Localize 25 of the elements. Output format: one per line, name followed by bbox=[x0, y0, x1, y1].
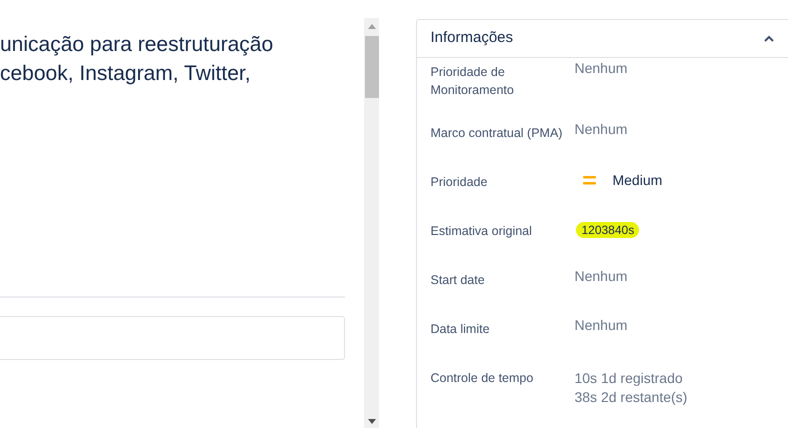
comment-field[interactable] bbox=[0, 316, 345, 360]
field-value[interactable]: Nenhum bbox=[574, 120, 628, 138]
time-tracking-text: 10s 1d registrado bbox=[574, 369, 684, 388]
priority-medium-icon bbox=[583, 176, 596, 184]
field-label: Marco contratual (PMA) bbox=[430, 125, 564, 142]
field-label: Data limite bbox=[430, 321, 491, 338]
field-value[interactable]: Nenhum bbox=[574, 59, 628, 77]
field-value[interactable]: Nenhum bbox=[574, 267, 628, 285]
description-text: unicação para reestruturação bbox=[0, 32, 274, 58]
field-label: Prioridade de Monitoramento bbox=[430, 64, 515, 99]
scroll-down-icon[interactable] bbox=[368, 419, 376, 424]
time-tracking-text: 38s 2d restante(s) bbox=[574, 388, 688, 407]
field-label: Controle de tempo bbox=[430, 370, 534, 387]
scroll-up-icon[interactable] bbox=[368, 24, 376, 29]
field-value[interactable]: Nenhum bbox=[574, 316, 628, 334]
field-label: Prioridade bbox=[430, 174, 488, 191]
estimate-lozenge: 1203840s bbox=[576, 222, 640, 238]
description-text: cebook, Instagram, Twitter, bbox=[0, 61, 252, 87]
scrollbar-thumb[interactable] bbox=[364, 36, 379, 98]
field-label: Start date bbox=[430, 272, 486, 289]
field-value[interactable]: Medium bbox=[612, 171, 662, 189]
field-label: Estimativa original bbox=[430, 223, 533, 240]
panel-title: Informações bbox=[430, 28, 514, 48]
chevron-up-icon[interactable] bbox=[764, 35, 774, 42]
scrollbar[interactable] bbox=[364, 18, 380, 428]
